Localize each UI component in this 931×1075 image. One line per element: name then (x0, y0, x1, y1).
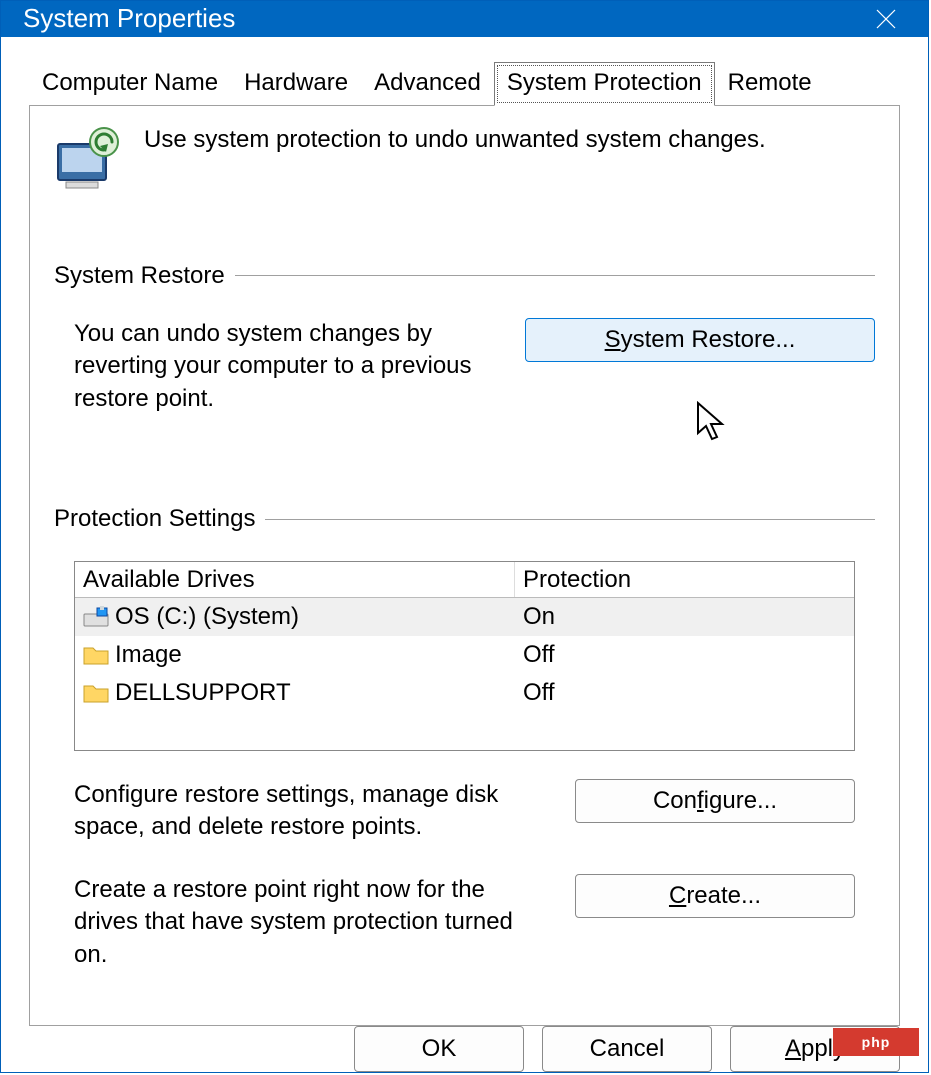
drive-status: On (515, 598, 854, 636)
configure-row: Configure restore settings, manage disk … (54, 779, 875, 844)
group-protection-settings-heading: Protection Settings (54, 505, 875, 533)
intro-text: Use system protection to undo unwanted s… (144, 126, 766, 154)
close-icon (875, 8, 897, 30)
ok-button[interactable]: OK (354, 1026, 524, 1072)
system-restore-label: System Restore (54, 262, 225, 290)
system-protection-icon (54, 126, 126, 192)
system-restore-row: You can undo system changes by reverting… (54, 318, 875, 415)
create-desc: Create a restore point right now for the… (54, 874, 545, 971)
watermark-badge: php (833, 1028, 919, 1056)
divider (235, 275, 875, 276)
protection-settings-label: Protection Settings (54, 505, 255, 533)
tab-strip: Computer Name Hardware Advanced System P… (29, 62, 900, 106)
drive-row[interactable]: OS (C:) (System) On (75, 598, 854, 636)
dialog-content: Computer Name Hardware Advanced System P… (1, 37, 928, 1026)
group-system-restore-heading: System Restore (54, 262, 875, 290)
folder-icon (83, 644, 109, 666)
col-protection[interactable]: Protection (515, 562, 854, 597)
title-bar[interactable]: System Properties (1, 1, 928, 37)
drives-listview[interactable]: Available Drives Protection OS (C:) (Sys… (74, 561, 855, 751)
folder-icon (83, 682, 109, 704)
drive-name: Image (115, 641, 182, 669)
drive-os-icon (83, 606, 109, 628)
system-restore-button[interactable]: System Restore... (525, 318, 875, 362)
window-title: System Properties (23, 3, 235, 34)
tab-computer-name[interactable]: Computer Name (29, 62, 231, 105)
create-row: Create a restore point right now for the… (54, 874, 875, 971)
system-restore-desc: You can undo system changes by reverting… (54, 318, 495, 415)
divider (265, 519, 875, 520)
tab-system-protection[interactable]: System Protection (494, 62, 715, 106)
create-button[interactable]: Create... (575, 874, 855, 918)
drive-name: DELLSUPPORT (115, 679, 291, 707)
tab-hardware[interactable]: Hardware (231, 62, 361, 105)
close-button[interactable] (866, 0, 906, 39)
tab-panel-system-protection: Use system protection to undo unwanted s… (29, 106, 900, 1026)
configure-button[interactable]: Configure... (575, 779, 855, 823)
tab-advanced[interactable]: Advanced (361, 62, 494, 105)
cancel-button[interactable]: Cancel (542, 1026, 712, 1072)
drive-status: Off (515, 674, 854, 712)
drive-row[interactable]: DELLSUPPORT Off (75, 674, 854, 712)
drive-row[interactable]: Image Off (75, 636, 854, 674)
system-properties-window: System Properties Computer Name Hardware… (0, 0, 929, 1073)
col-available-drives[interactable]: Available Drives (75, 562, 515, 597)
dialog-footer: OK Cancel Apply (1, 1026, 928, 1072)
drive-name: OS (C:) (System) (115, 603, 299, 631)
intro-row: Use system protection to undo unwanted s… (54, 126, 875, 192)
drive-status: Off (515, 636, 854, 674)
drives-header: Available Drives Protection (75, 562, 854, 598)
tab-remote[interactable]: Remote (715, 62, 825, 105)
configure-desc: Configure restore settings, manage disk … (54, 779, 545, 844)
